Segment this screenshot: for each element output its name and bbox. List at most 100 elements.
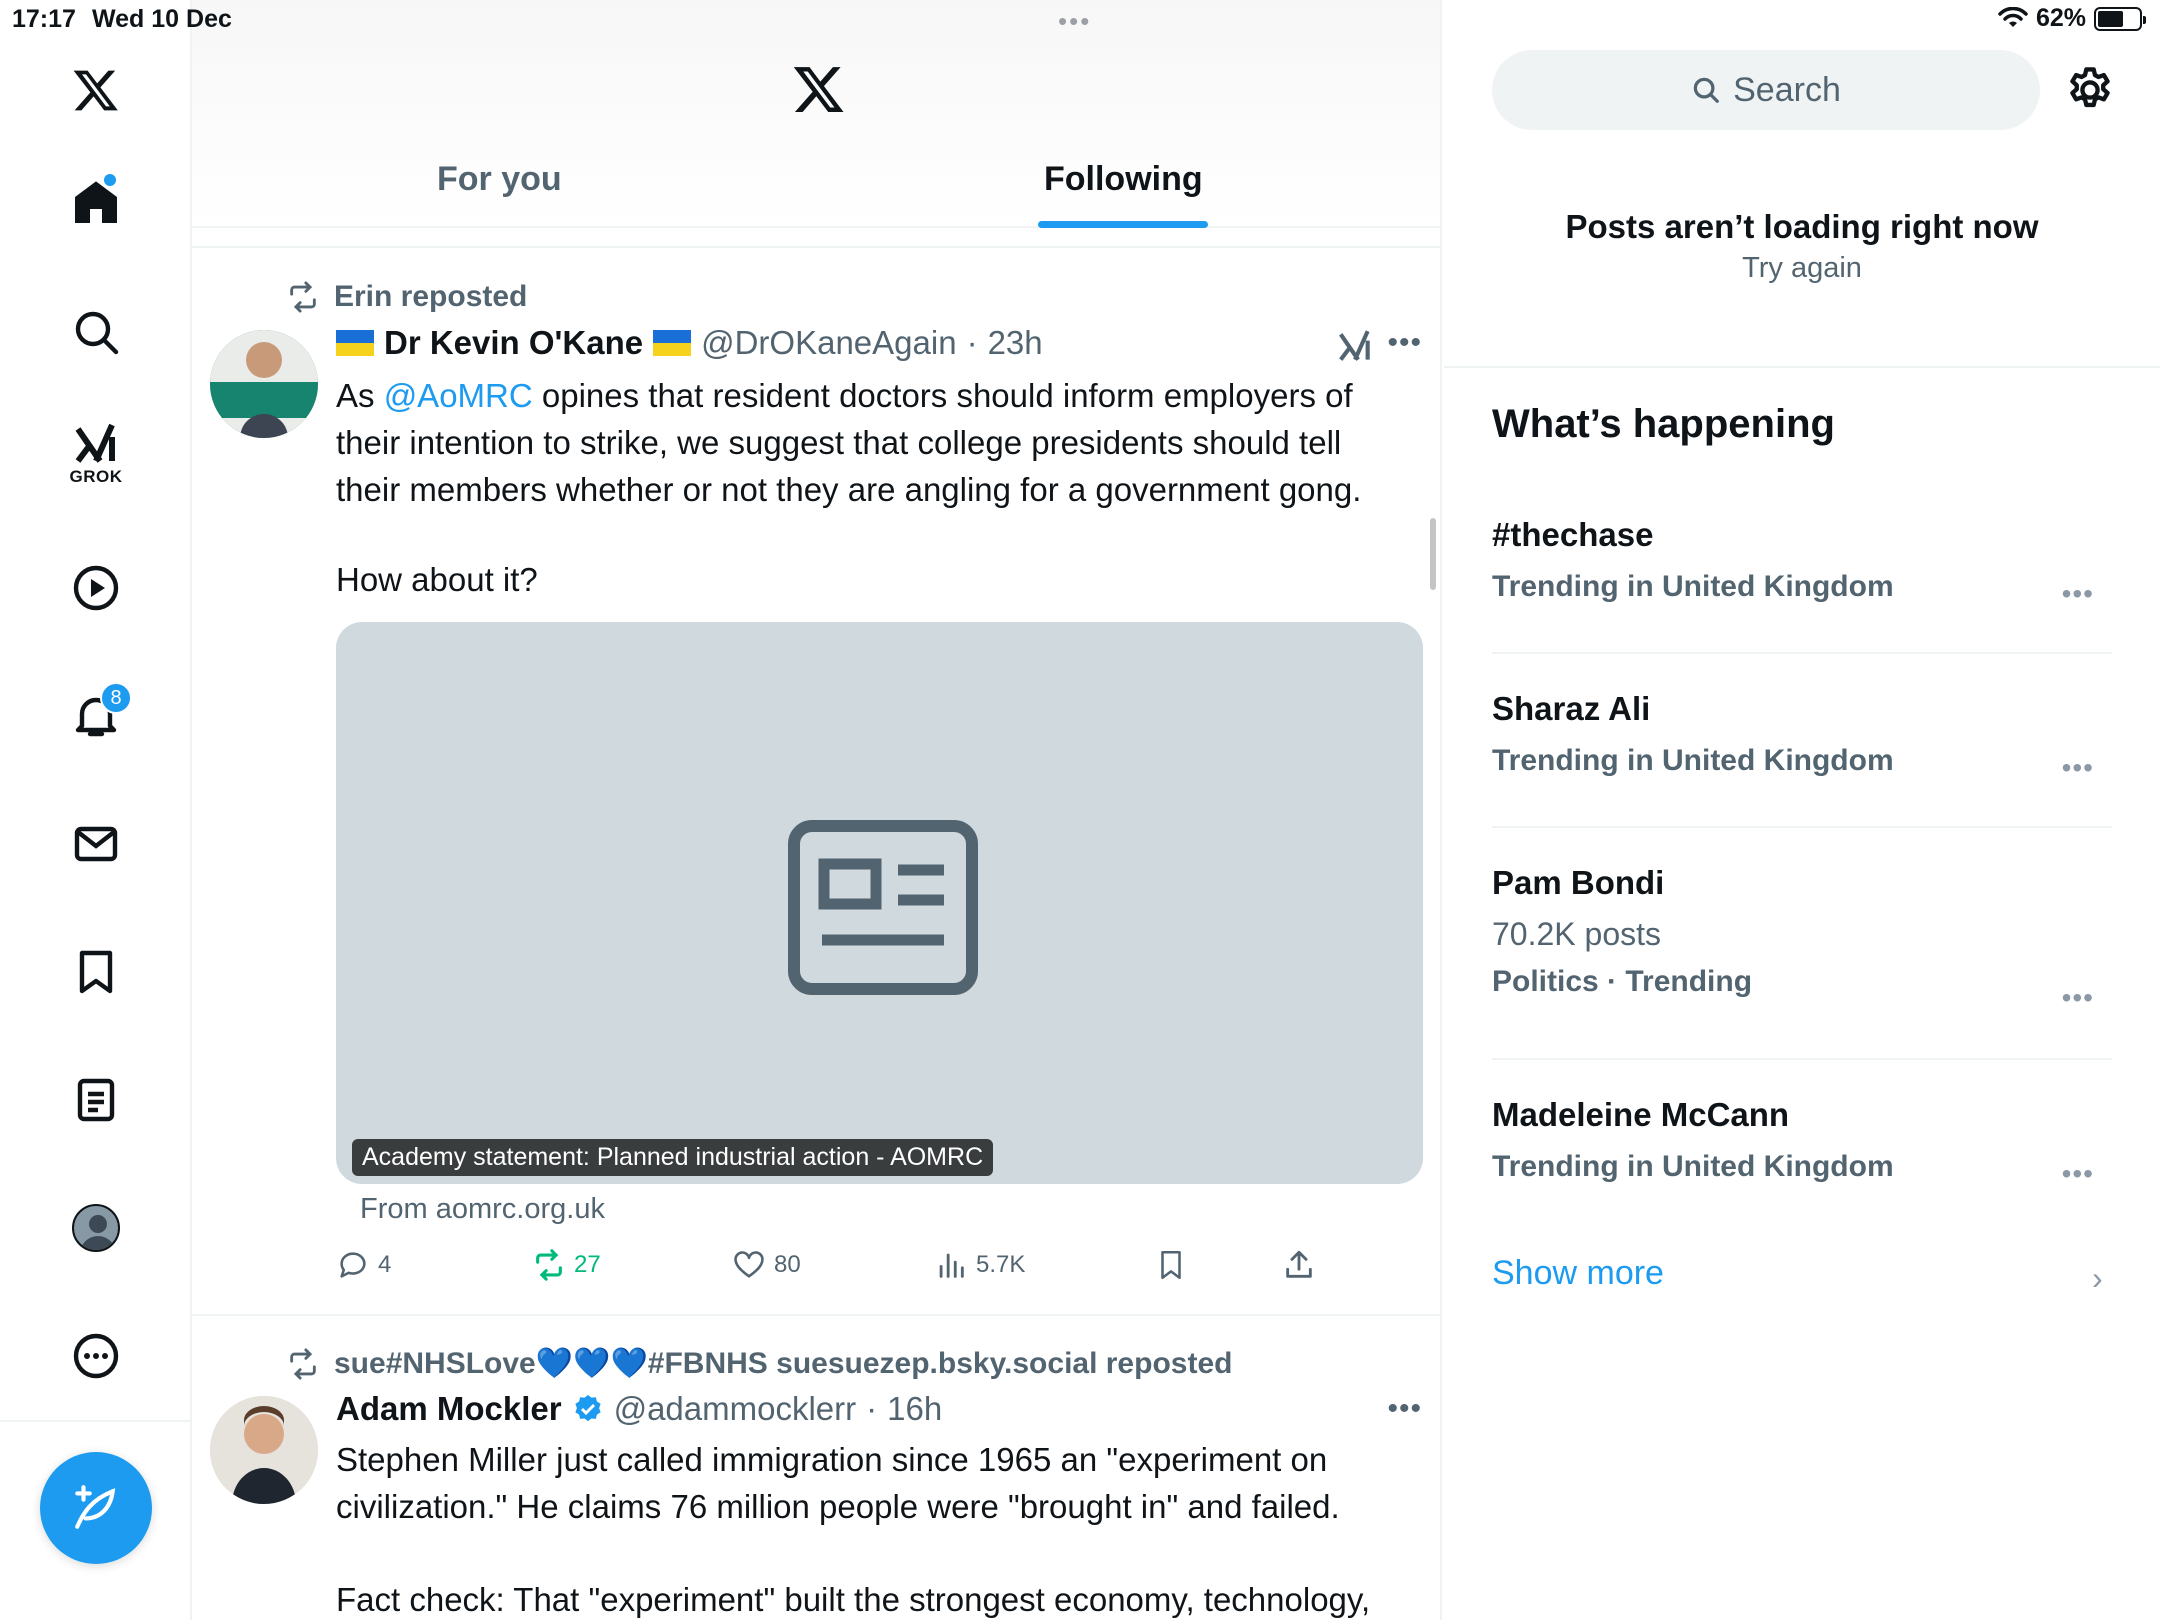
post-actions: 4 27 80 5.7K <box>336 1248 1336 1288</box>
repost-icon <box>536 1249 562 1281</box>
repost-count: 27 <box>574 1251 601 1278</box>
chevron-right-icon: › <box>2092 1260 2103 1296</box>
handle[interactable]: @adammocklerr <box>614 1390 857 1428</box>
trend-item[interactable]: #thechase Trending in United Kingdom ••• <box>1492 516 2112 609</box>
grok-icon[interactable] <box>1336 328 1374 366</box>
multitasking-dots-icon[interactable]: ••• <box>1058 6 1091 37</box>
trend-name: Sharaz Ali <box>1492 690 1651 727</box>
post-text-line-2: How about it? <box>336 561 538 598</box>
search-icon <box>75 311 119 355</box>
separator-dot: · <box>866 1390 878 1427</box>
trend-item[interactable]: Pam Bondi 70.2K posts Politics · Trendin… <box>1492 864 2112 1013</box>
notifications-badge: 8 <box>100 682 132 714</box>
post-text: Stephen Miller just called immigration s… <box>336 1441 1340 1525</box>
trend-divider <box>1492 1058 2112 1060</box>
analytics-icon <box>939 1253 964 1278</box>
x-logo-icon[interactable] <box>792 62 846 121</box>
more-options-icon[interactable]: ••• <box>1387 1392 1422 1426</box>
link-card[interactable]: Academy statement: Planned industrial ac… <box>336 622 1423 1184</box>
display-name[interactable]: Adam Mockler <box>336 1390 562 1428</box>
search-input[interactable]: Search <box>1492 50 2040 130</box>
section-divider <box>1444 366 2160 368</box>
bookmark-button[interactable] <box>1154 1248 1188 1282</box>
trend-name: Pam Bondi <box>1492 864 1665 901</box>
card-source[interactable]: From aomrc.org.uk <box>360 1193 605 1226</box>
active-tab-indicator <box>1038 221 1208 228</box>
trend-item[interactable]: Madeleine McCann Trending in United King… <box>1492 1096 2112 1189</box>
post-text: As @AoMRC opines that resident doctors s… <box>336 372 1396 513</box>
repost-icon <box>290 1347 316 1380</box>
status-right: 62% <box>1998 4 2146 33</box>
mention-link[interactable]: @AoMRC <box>384 377 533 414</box>
sidebar-item-bookmarks[interactable] <box>48 924 144 1020</box>
sidebar-item-notifications[interactable]: 8 <box>48 668 144 764</box>
battery-level <box>2098 10 2123 27</box>
compose-post-button[interactable] <box>40 1452 152 1564</box>
more-options-icon[interactable]: ••• <box>2062 578 2094 610</box>
repost-by: Erin reposted <box>334 280 528 313</box>
mail-icon <box>74 826 118 862</box>
post-time[interactable]: 23h <box>988 324 1043 362</box>
grok-icon <box>75 423 115 463</box>
post-text-line-2: Fact check: That "experiment" built the … <box>336 1581 1371 1618</box>
views-button[interactable]: 5.7K <box>934 1248 1025 1282</box>
reply-button[interactable]: 4 <box>336 1248 391 1282</box>
sidebar-item-videos[interactable] <box>48 540 144 636</box>
avatar[interactable] <box>210 330 318 438</box>
reply-icon <box>340 1252 366 1278</box>
display-name[interactable]: Dr Kevin O'Kane <box>384 324 643 362</box>
trend-divider <box>1492 826 2112 828</box>
like-button[interactable]: 80 <box>732 1248 801 1282</box>
sidebar: GROK 8 <box>0 0 192 1620</box>
battery-icon <box>2094 6 2146 31</box>
separator-dot: · <box>966 324 978 361</box>
sidebar-item-grok[interactable]: GROK <box>48 406 144 502</box>
repost-button[interactable]: 27 <box>532 1248 601 1282</box>
more-options-icon[interactable]: ••• <box>2062 982 2094 1014</box>
trend-name: Madeleine McCann <box>1492 1096 1790 1133</box>
status-time: 17:17 <box>12 5 76 33</box>
sidebar-item-messages[interactable] <box>48 796 144 892</box>
post-text-part: As <box>336 377 384 414</box>
trend-meta: Trending in United Kingdom <box>1492 570 1894 603</box>
post-header: Adam Mockler @adammocklerr · 16h <box>336 1390 942 1428</box>
trend-name: #thechase <box>1492 516 1654 553</box>
tab-for-you[interactable]: For you <box>437 160 562 199</box>
trend-meta: Trending in United Kingdom <box>1492 744 1894 777</box>
more-options-icon[interactable]: ••• <box>1387 326 1422 360</box>
more-options-icon[interactable]: ••• <box>2062 752 2094 784</box>
reply-count: 4 <box>378 1251 392 1278</box>
sidebar-item-more[interactable] <box>48 1308 144 1404</box>
trend-meta: Trending in United Kingdom <box>1492 1150 1894 1183</box>
share-icon <box>1286 1250 1312 1278</box>
more-options-icon[interactable]: ••• <box>2062 1158 2094 1190</box>
search-placeholder: Search <box>1733 70 1841 109</box>
gear-icon[interactable] <box>2064 64 2116 116</box>
main-timeline: For you Following Erin reposted Dr Kevin… <box>192 0 1442 1620</box>
compose-feather-icon <box>75 1485 116 1529</box>
battery-percent: 62% <box>2035 4 2086 32</box>
try-again-link[interactable]: Try again <box>1444 252 2160 285</box>
scrollbar[interactable] <box>1430 518 1436 590</box>
post-time[interactable]: 16h <box>887 1390 942 1428</box>
right-sidebar: Search Posts aren’t loading right now Tr… <box>1444 0 2160 1620</box>
tab-following[interactable]: Following <box>1044 160 1203 199</box>
grok-label: GROK <box>69 467 123 486</box>
ukraine-flag-icon <box>653 330 692 356</box>
x-logo-icon[interactable] <box>48 42 144 138</box>
ukraine-flag-icon <box>336 330 374 356</box>
more-circle-icon <box>73 1333 119 1379</box>
repost-line: Erin reposted <box>286 280 527 314</box>
play-icon <box>73 565 119 611</box>
trend-item[interactable]: Sharaz Ali Trending in United Kingdom ••… <box>1492 690 2112 783</box>
bookmark-icon <box>1161 1250 1181 1280</box>
sidebar-item-profile[interactable] <box>48 1180 144 1276</box>
show-more-link[interactable]: Show more <box>1492 1254 1664 1293</box>
share-button[interactable] <box>1282 1248 1316 1282</box>
sidebar-item-home[interactable] <box>48 154 144 250</box>
sidebar-item-lists[interactable] <box>48 1052 144 1148</box>
trend-posts: 70.2K posts <box>1492 916 1661 952</box>
avatar[interactable] <box>210 1396 318 1504</box>
sidebar-item-explore[interactable] <box>48 284 144 380</box>
handle[interactable]: @DrOKaneAgain <box>701 324 956 362</box>
